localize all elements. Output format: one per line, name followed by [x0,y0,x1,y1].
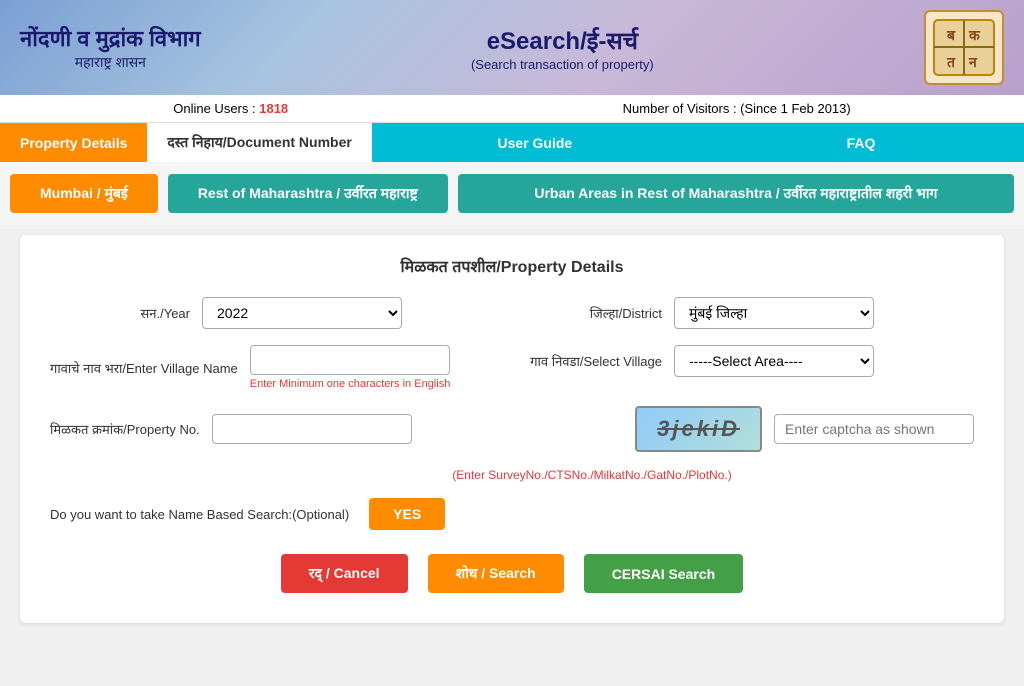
logo: ब क त न [924,10,1004,85]
name-search-row: Do you want to take Name Based Search:(O… [50,498,974,530]
property-no-label: मिळकत क्रमांक/Property No. [50,420,200,438]
form-row-property-captcha: मिळकत क्रमांक/Property No. 3jekiD [50,406,974,452]
logo-icon: ब क त न [929,15,999,80]
select-village-select[interactable]: -----Select Area---- [674,345,874,377]
tab-faq[interactable]: FAQ [698,123,1024,162]
action-row: रद् / Cancel शोध / Search CERSAI Search [50,554,974,593]
svg-text:त: त [946,56,956,71]
village-name-input[interactable] [250,345,450,375]
select-village-group: गाव निवडा/Select Village -----Select Are… [522,345,974,377]
esearch-title: eSearch/ई-सर्च [471,24,654,57]
district-select[interactable]: मुंबई जिल्हा [674,297,874,329]
year-group: सन./Year 2022 2021 2020 2019 2018 [50,297,502,329]
year-select[interactable]: 2022 2021 2020 2019 2018 [202,297,402,329]
visitors-count: Number of Visitors : (Since 1 Feb 2013) [623,101,851,116]
esearch-subtitle: (Search transaction of property) [471,57,654,72]
header-subtitle: महाराष्ट्र शासन [20,53,201,72]
property-no-input[interactable] [212,414,412,444]
header-left: नोंदणी व मुद्रांक विभाग महाराष्ट्र शासन [20,23,201,72]
svg-text:न: न [968,56,978,71]
tab-document-number[interactable]: दस्त निहाय/Document Number [147,123,371,162]
form-row-year-district: सन./Year 2022 2021 2020 2019 2018 जिल्हा… [50,297,974,329]
header-title-main: नोंदणी व मुद्रांक विभाग [20,23,201,53]
village-name-group: गावाचे नाव भरा/Enter Village Name Enter … [50,345,502,390]
online-users: Online Users : 1818 [173,101,288,116]
svg-text:ब: ब [946,29,956,44]
name-search-label: Do you want to take Name Based Search:(O… [50,507,349,522]
year-label: सन./Year [50,304,190,322]
main-nav: Property Details दस्त निहाय/Document Num… [0,123,1024,162]
village-name-label: गावाचे नाव भरा/Enter Village Name [50,359,238,377]
district-group: जिल्हा/District मुंबई जिल्हा [522,297,974,329]
svg-text:क: क [968,29,981,44]
cersai-button[interactable]: CERSAI Search [584,554,743,593]
tab-property-details[interactable]: Property Details [0,123,147,162]
status-bar: Online Users : 1818 Number of Visitors :… [0,95,1024,123]
captcha-group: 3jekiD [635,406,974,452]
form-row-village: गावाचे नाव भरा/Enter Village Name Enter … [50,345,974,390]
property-no-group: मिळकत क्रमांक/Property No. [50,414,615,444]
village-name-hint: Enter Minimum one characters in English [250,378,451,390]
search-button[interactable]: शोध / Search [428,554,564,593]
tab-user-guide[interactable]: User Guide [372,123,698,162]
select-village-label: गाव निवडा/Select Village [522,352,662,370]
district-label: जिल्हा/District [522,304,662,322]
header: नोंदणी व मुद्रांक विभाग महाराष्ट्र शासन … [0,0,1024,95]
tab-rest-maharashtra[interactable]: Rest of Maharashtra / उर्वीरत महाराष्ट्र [168,174,448,213]
tab-urban-areas[interactable]: Urban Areas in Rest of Maharashtra / उर्… [458,174,1014,213]
form-container: मिळकत तपशील/Property Details सन./Year 20… [20,235,1004,623]
yes-button[interactable]: YES [369,498,445,530]
cancel-button[interactable]: रद् / Cancel [281,554,408,593]
village-input-wrap: Enter Minimum one characters in English [250,345,451,390]
property-hint: (Enter SurveyNo./CTSNo./MilkatNo./GatNo.… [210,468,974,482]
captcha-input[interactable] [774,414,974,444]
form-title: मिळकत तपशील/Property Details [50,255,974,277]
online-count: 1818 [259,101,288,116]
tab-mumbai[interactable]: Mumbai / मुंबई [10,174,158,213]
region-tabs: Mumbai / मुंबई Rest of Maharashtra / उर्… [0,162,1024,225]
captcha-image: 3jekiD [635,406,762,452]
header-center: eSearch/ई-सर्च (Search transaction of pr… [471,24,654,72]
